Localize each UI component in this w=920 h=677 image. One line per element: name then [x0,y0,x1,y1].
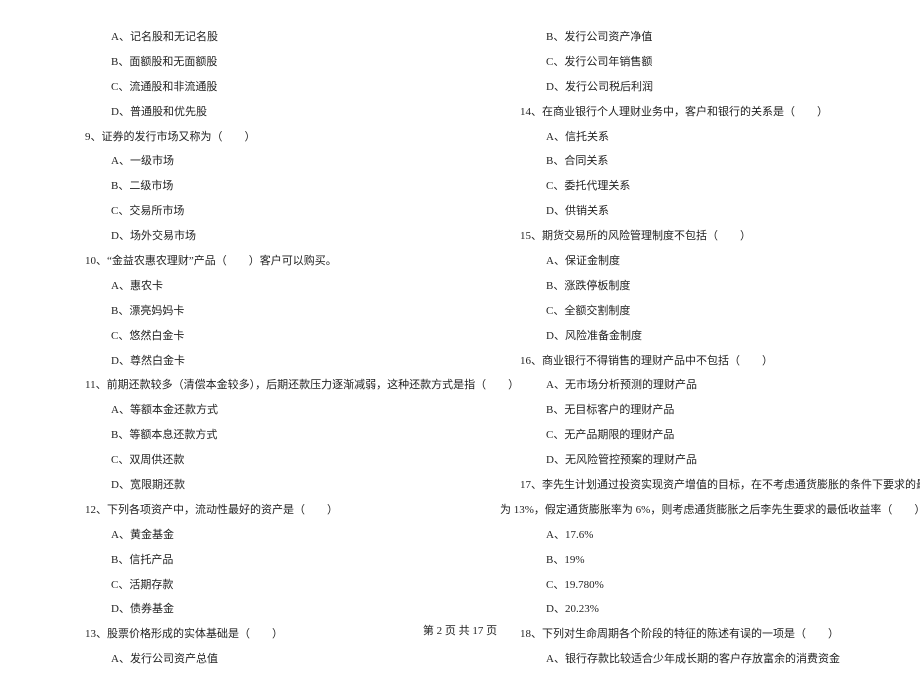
option-text: B、无目标客户的理财产品 [520,403,870,418]
option-text: D、无风险管控预案的理财产品 [520,453,870,468]
option-text: C、活期存款 [85,578,435,593]
option-text: A、惠农卡 [85,279,435,294]
option-text: B、二级市场 [85,179,435,194]
option-text: B、发行公司资产净值 [520,30,870,45]
option-text: D、20.23% [520,602,870,617]
option-text: C、悠然白金卡 [85,329,435,344]
option-text: B、等额本息还款方式 [85,428,435,443]
question-text: 10、“金益农惠农理财”产品（ ）客户可以购买。 [85,254,435,269]
option-text: C、发行公司年销售额 [520,55,870,70]
option-text: B、19% [520,553,870,568]
option-text: D、债券基金 [85,602,435,617]
option-text: A、发行公司资产总值 [85,652,435,667]
option-text: A、黄金基金 [85,528,435,543]
option-text: C、19.780% [520,578,870,593]
option-text: A、17.6% [520,528,870,543]
option-text: A、信托关系 [520,130,870,145]
option-text: B、面额股和无面额股 [85,55,435,70]
right-column: B、发行公司资产净值 C、发行公司年销售额 D、发行公司税后利润 14、在商业银… [460,30,920,677]
question-text-cont: 为 13%，假定通货膨胀率为 6%，则考虑通货膨胀之后李先生要求的最低收益率（ … [500,503,870,518]
option-text: A、保证金制度 [520,254,870,269]
option-text: D、风险准备金制度 [520,329,870,344]
left-column: A、记名股和无记名股 B、面额股和无面额股 C、流通股和非流通股 D、普通股和优… [0,30,460,677]
option-text: A、等额本金还款方式 [85,403,435,418]
question-text: 14、在商业银行个人理财业务中，客户和银行的关系是（ ） [520,105,870,120]
option-text: B、信托产品 [85,553,435,568]
option-text: A、银行存款比较适合少年成长期的客户存放富余的消费资金 [520,652,870,667]
option-text: C、全额交割制度 [520,304,870,319]
option-text: B、涨跌停板制度 [520,279,870,294]
option-text: C、交易所市场 [85,204,435,219]
option-text: C、流通股和非流通股 [85,80,435,95]
question-text: 11、前期还款较多（清偿本金较多），后期还款压力逐渐减弱，这种还款方式是指（ ） [85,378,435,393]
option-text: A、无市场分析预测的理财产品 [520,378,870,393]
question-text: 17、李先生计划通过投资实现资产增值的目标，在不考虑通货膨胀的条件下要求的最低收… [520,478,870,493]
option-text: D、场外交易市场 [85,229,435,244]
question-text: 12、下列各项资产中，流动性最好的资产是（ ） [85,503,435,518]
question-text: 16、商业银行不得销售的理财产品中不包括（ ） [520,354,870,369]
option-text: C、双周供还款 [85,453,435,468]
option-text: A、一级市场 [85,154,435,169]
option-text: C、委托代理关系 [520,179,870,194]
question-text: 9、证券的发行市场又称为（ ） [85,130,435,145]
option-text: D、尊然白金卡 [85,354,435,369]
option-text: D、供销关系 [520,204,870,219]
option-text: B、合同关系 [520,154,870,169]
option-text: A、记名股和无记名股 [85,30,435,45]
question-text: 15、期货交易所的风险管理制度不包括（ ） [520,229,870,244]
two-column-layout: A、记名股和无记名股 B、面额股和无面额股 C、流通股和非流通股 D、普通股和优… [0,30,920,677]
option-text: D、发行公司税后利润 [520,80,870,95]
option-text: D、宽限期还款 [85,478,435,493]
page-footer: 第 2 页 共 17 页 [0,622,920,638]
option-text: D、普通股和优先股 [85,105,435,120]
option-text: B、漂亮妈妈卡 [85,304,435,319]
option-text: C、无产品期限的理财产品 [520,428,870,443]
